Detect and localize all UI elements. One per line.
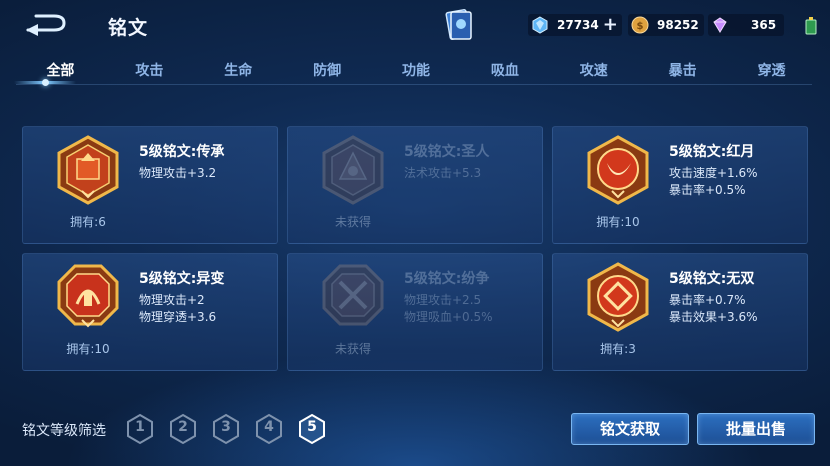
- obtain-inscription-button[interactable]: 铭文获取: [571, 413, 689, 445]
- gold-currency: $ 98252: [628, 14, 704, 36]
- level-filter-2[interactable]: 2: [168, 413, 198, 445]
- inscription-card[interactable]: 拥有:3 5级铭文:无双 暴击率+0.7% 暴击效果+3.6%: [552, 253, 808, 371]
- inscription-stat: 暴击率+0.7%: [669, 293, 746, 307]
- crystal-currency: 365: [708, 14, 784, 36]
- owned-count: 拥有:3: [600, 342, 636, 356]
- tab-utility[interactable]: 功能: [372, 58, 461, 86]
- level-filter-3[interactable]: 3: [211, 413, 241, 445]
- owned-count: 拥有:10: [596, 215, 640, 229]
- diamond-icon: [532, 16, 548, 34]
- level-filter-label: 4: [264, 419, 274, 435]
- level-filter-label: 铭文等级筛选: [22, 423, 106, 439]
- level-filter-label: 2: [178, 419, 188, 435]
- tab-attack-speed[interactable]: 攻速: [549, 58, 638, 86]
- level-filter-5[interactable]: 5: [297, 413, 327, 445]
- inscription-name: 5级铭文:无双: [669, 271, 755, 287]
- inscription-name: 5级铭文:异变: [139, 271, 225, 287]
- inscription-grid: 拥有:6 5级铭文:传承 物理攻击+3.2 未获得 5级铭文:圣人 法术攻击+5…: [22, 126, 808, 372]
- inscription-stat: 物理攻击+3.2: [139, 166, 217, 180]
- inscription-card[interactable]: 未获得 5级铭文:圣人 法术攻击+5.3: [287, 126, 543, 244]
- level-filter-label: 3: [221, 419, 231, 435]
- owned-count: 未获得: [334, 342, 371, 356]
- level-filter-4[interactable]: 4: [254, 413, 284, 445]
- diamond-count: 27734: [557, 18, 599, 32]
- page-title: 铭文: [108, 17, 149, 39]
- tab-critical[interactable]: 暴击: [638, 58, 727, 86]
- tab-health[interactable]: 生命: [194, 58, 283, 86]
- inscription-stat: 暴击效果+3.6%: [669, 310, 758, 324]
- tab-lifesteal[interactable]: 吸血: [460, 58, 549, 86]
- inscription-name: 5级铭文:传承: [139, 144, 225, 160]
- strife-emblem-icon: [322, 264, 384, 326]
- inscription-stat: 物理吸血+0.5%: [404, 310, 493, 324]
- inscription-stat: 物理攻击+2.5: [404, 293, 482, 307]
- mutation-emblem-icon: [57, 264, 119, 328]
- inscription-stat: 物理攻击+2: [139, 293, 205, 307]
- diamond-currency: 27734 +: [528, 14, 622, 36]
- owned-count: 拥有:6: [70, 215, 106, 229]
- inscription-stat: 攻击速度+1.6%: [669, 166, 758, 180]
- inscription-card[interactable]: 拥有:10 5级铭文:红月 攻击速度+1.6% 暴击率+0.5%: [552, 126, 808, 244]
- level-filter-label: 5: [307, 419, 317, 435]
- top-bar: 铭文 27734 + $ 98252 365: [0, 0, 830, 52]
- gold-count: 98252: [657, 18, 699, 32]
- inscription-stat: 物理穿透+3.6: [139, 310, 217, 324]
- inscription-card[interactable]: 拥有:6 5级铭文:传承 物理攻击+3.2: [22, 126, 278, 244]
- tab-penetration[interactable]: 穿透: [727, 58, 816, 86]
- inscription-stat: 法术攻击+5.3: [404, 166, 482, 180]
- crystal-icon: [713, 17, 727, 33]
- level-filter-label: 1: [135, 419, 145, 435]
- add-diamond-button[interactable]: +: [603, 16, 618, 34]
- card-collection-icon[interactable]: [445, 8, 473, 42]
- inscription-name: 5级铭文:纷争: [404, 271, 490, 287]
- inscription-stat: 暴击率+0.5%: [669, 183, 746, 197]
- svg-text:$: $: [637, 21, 644, 32]
- crystal-count: 365: [751, 18, 777, 32]
- category-tabs: 全部 攻击 生命 防御 功能 吸血 攻速 暴击 穿透: [16, 58, 816, 86]
- back-arrow-icon[interactable]: [24, 12, 70, 38]
- tab-defense[interactable]: 防御: [283, 58, 372, 86]
- peerless-emblem-icon: [587, 262, 649, 332]
- red-moon-emblem-icon: [587, 135, 649, 205]
- inheritance-emblem-icon: [57, 135, 119, 205]
- gold-coin-icon: $: [631, 16, 649, 34]
- inscription-card[interactable]: 未获得 5级铭文:纷争 物理攻击+2.5 物理吸血+0.5%: [287, 253, 543, 371]
- inscription-name: 5级铭文:红月: [669, 144, 755, 160]
- bulk-sell-button[interactable]: 批量出售: [697, 413, 815, 445]
- owned-count: 拥有:10: [66, 342, 110, 356]
- tab-attack[interactable]: 攻击: [105, 58, 194, 86]
- signal-icon: [805, 17, 817, 35]
- tabs-divider: [16, 84, 812, 85]
- sage-emblem-icon: [322, 135, 384, 205]
- owned-count: 未获得: [334, 215, 371, 229]
- level-filter-1[interactable]: 1: [125, 413, 155, 445]
- active-tab-indicator: [42, 79, 49, 86]
- inscription-card[interactable]: 拥有:10 5级铭文:异变 物理攻击+2 物理穿透+3.6: [22, 253, 278, 371]
- inscription-name: 5级铭文:圣人: [404, 144, 490, 160]
